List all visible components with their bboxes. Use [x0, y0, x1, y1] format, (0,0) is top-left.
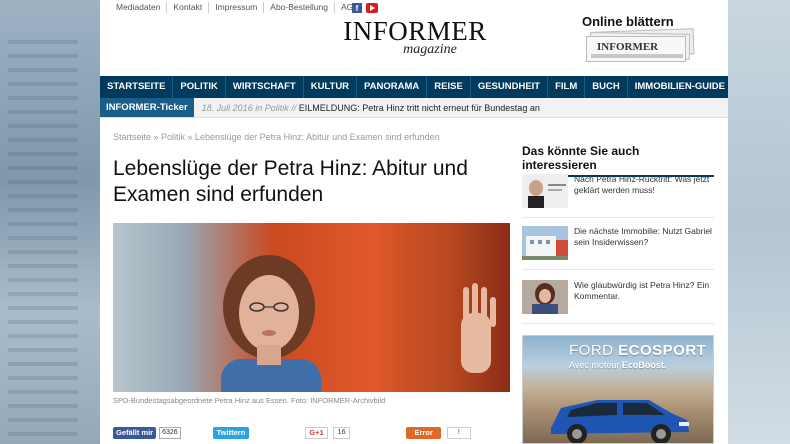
article-photo [113, 223, 510, 392]
sidebar-title: Das könnte Sie auch interessieren [522, 144, 714, 177]
ticker-label: INFORMER-Ticker [100, 98, 194, 117]
ticker-item[interactable]: 18. Juli 2016 in Politik // EILMELDUNG: … [194, 98, 540, 117]
related-article[interactable]: Wie glaubwürdig ist Petra Hinz? Ein Komm… [522, 280, 714, 324]
background-left [0, 0, 100, 444]
nav-wirtschaft[interactable]: WIRTSCHAFT [226, 76, 304, 98]
breadcrumb[interactable]: Startseite » Politik » Lebenslüge der Pe… [113, 132, 440, 142]
ad-subline: Avec moteur EcoBoost. [569, 360, 666, 370]
facebook-icon[interactable]: f [352, 3, 362, 13]
magazine-cover-front: INFORMER [586, 36, 686, 62]
related-article-title: Wie glaubwürdig ist Petra Hinz? Ein Komm… [574, 280, 710, 301]
related-article[interactable]: Nach Petra Hinz-Rücktritt: Was jetzt gek… [522, 174, 714, 218]
raised-hand [461, 283, 496, 373]
news-ticker: INFORMER-Ticker 18. Juli 2016 in Politik… [100, 98, 728, 118]
portrait-figure [221, 255, 321, 392]
twitter-tweet-button[interactable]: Twittern [212, 427, 250, 439]
nav-panorama[interactable]: PANORAMA [357, 76, 428, 98]
error-count: ! [446, 427, 471, 439]
facebook-like-label: Gefällt mir [113, 427, 157, 439]
site-logo[interactable]: INFORMER magazine [340, 16, 490, 58]
suv-car-image [551, 400, 689, 443]
related-article-title: Nach Petra Hinz-Rücktritt: Was jetzt gek… [574, 174, 710, 195]
nav-kultur[interactable]: KULTUR [304, 76, 358, 98]
nav-reise[interactable]: REISE [427, 76, 471, 98]
magazine-cover-strip [591, 54, 683, 58]
nav-buch[interactable]: BUCH [585, 76, 628, 98]
topnav-mediadaten[interactable]: Mediadaten [110, 2, 168, 13]
related-article-title: Die nächste Immobilie: Nutzt Gabriel sei… [574, 226, 712, 247]
error-share-button[interactable]: Error ! [406, 427, 471, 439]
ticker-meta: 18. Juli 2016 in Politik // [201, 103, 297, 113]
nav-gesundheit[interactable]: GESUNDHEIT [471, 76, 549, 98]
ad-sub-light: Avec moteur [569, 360, 622, 370]
online-blaettern-label[interactable]: Online blättern [582, 14, 674, 29]
gplus-button[interactable]: G+1 16 [305, 427, 351, 439]
article-headline: Lebenslüge der Petra Hinz: Abitur und Ex… [113, 157, 468, 206]
magazine-cover-stack[interactable]: INFORMER [586, 28, 698, 62]
topnav-abo-bestellung[interactable]: Abo-Bestellung [264, 2, 335, 13]
topnav-kontakt[interactable]: Kontakt [167, 2, 210, 13]
page: Mediadaten Kontakt Impressum Abo-Bestell… [100, 0, 728, 444]
magazine-cover-title: INFORMER [597, 41, 659, 53]
share-bar: Gefällt mir 6326 Twittern G+1 16 Error ! [113, 427, 471, 439]
background-right [726, 0, 790, 444]
related-thumbnail [522, 226, 568, 260]
ad-brand-light: FORD [569, 342, 619, 359]
topnav-impressum[interactable]: Impressum [209, 2, 265, 13]
ticker-headline: EILMELDUNG: Petra Hinz tritt nicht erneu… [296, 103, 540, 113]
ad-brand-bold: ECOSPORT [618, 342, 707, 359]
main-navigation: STARTSEITE POLITIK WIRTSCHAFT KULTUR PAN… [100, 76, 728, 98]
nav-film[interactable]: FILM [548, 76, 586, 98]
photo-caption: SPD-Bundestagsabgeordnete Petra Hinz aus… [113, 396, 386, 405]
youtube-icon[interactable] [366, 3, 378, 13]
ad-sub-bold: EcoBoost. [621, 360, 667, 370]
related-article[interactable]: Die nächste Immobilie: Nutzt Gabriel sei… [522, 226, 714, 270]
gplus-label: G+1 [305, 427, 328, 439]
facebook-like-button[interactable]: Gefällt mir 6326 [113, 427, 181, 439]
facebook-like-count: 6326 [159, 427, 181, 439]
top-navigation: Mediadaten Kontakt Impressum Abo-Bestell… [110, 2, 365, 13]
social-links: f [352, 3, 378, 13]
nav-immobilien-guide[interactable]: IMMOBILIEN-GUIDE [628, 76, 728, 98]
ad-brand: FORD ECOSPORT [569, 342, 706, 359]
related-thumbnail [522, 280, 568, 314]
nav-startseite[interactable]: STARTSEITE [100, 76, 174, 98]
related-thumbnail [522, 174, 568, 208]
ford-ecosport-ad[interactable]: FORD ECOSPORT Avec moteur EcoBoost. [522, 335, 714, 444]
gplus-count: 16 [332, 427, 351, 439]
nav-politik[interactable]: POLITIK [173, 76, 226, 98]
error-label: Error [406, 427, 441, 439]
